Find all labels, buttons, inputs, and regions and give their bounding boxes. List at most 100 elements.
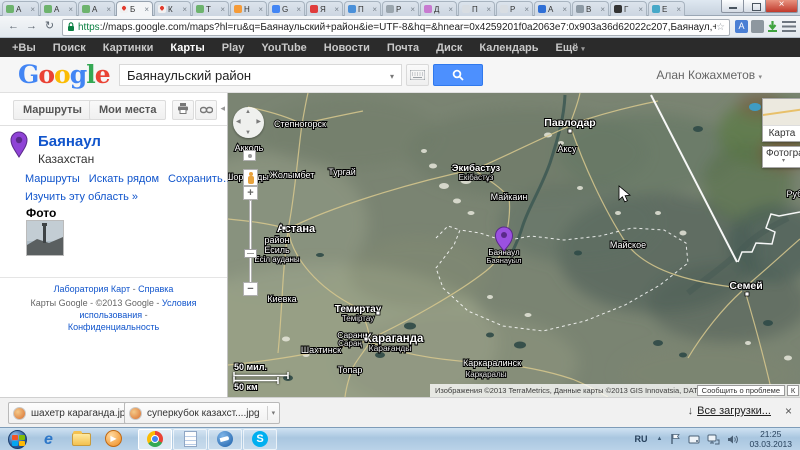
clock[interactable]: 21:25 03.03.2013 xyxy=(749,429,792,449)
map-layer-button[interactable]: Карта xyxy=(762,98,800,142)
search-input[interactable] xyxy=(119,64,402,86)
place-link-3[interactable]: Сохранить… xyxy=(168,173,234,185)
browser-tab-12[interactable]: Д× xyxy=(420,1,457,16)
menu-icon[interactable] xyxy=(782,21,796,32)
place-link-1[interactable]: Маршруты xyxy=(25,173,80,185)
tab-close-icon[interactable]: × xyxy=(182,5,187,14)
forward-button[interactable]: → xyxy=(23,18,40,35)
maximize-button[interactable] xyxy=(743,0,766,13)
browser-tab-16[interactable]: В× xyxy=(572,1,609,16)
browser-tab-4[interactable]: Б× xyxy=(116,1,153,16)
hdd-icon[interactable] xyxy=(688,434,700,445)
action-center-flag-icon[interactable] xyxy=(670,433,681,445)
pegman-control[interactable] xyxy=(243,169,258,186)
browser-tab-18[interactable]: Е× xyxy=(648,1,685,16)
browser-tab-15[interactable]: А× xyxy=(534,1,571,16)
report-problem-button[interactable]: Сообщить о проблеме xyxy=(697,385,785,396)
gnav-item-Картинки[interactable]: Картинки xyxy=(103,42,154,54)
browser-tab-9[interactable]: Я× xyxy=(306,1,343,16)
place-link-2[interactable]: Искать рядом xyxy=(89,173,159,185)
zoom-out-button[interactable]: − xyxy=(243,282,258,296)
help-link[interactable]: Справка xyxy=(138,284,173,294)
browser-tab-14[interactable]: Р× xyxy=(496,1,533,16)
tab-close-icon[interactable]: × xyxy=(334,5,339,14)
bookmark-star-icon[interactable]: ☆ xyxy=(716,22,725,33)
photo-thumbnail[interactable] xyxy=(26,220,64,256)
close-downloads-icon[interactable]: × xyxy=(785,404,792,418)
pan-up-icon[interactable]: ▲ xyxy=(245,109,251,115)
print-button[interactable] xyxy=(172,100,194,120)
zoom-in-button[interactable]: + xyxy=(243,186,258,200)
taskbar-chrome-button[interactable] xyxy=(138,429,172,450)
browser-tab-10[interactable]: П× xyxy=(344,1,381,16)
gnav-item-Новости[interactable]: Новости xyxy=(324,42,370,54)
collapse-panel-icon[interactable]: ◂ xyxy=(220,103,225,114)
map-viewport[interactable]: СтепногорскАккольШортандыЖолымбетТургайА… xyxy=(228,93,800,397)
zoom-slider-handle[interactable] xyxy=(244,249,257,258)
tab-close-icon[interactable]: × xyxy=(486,5,491,14)
start-button[interactable] xyxy=(8,430,27,449)
my-places-button[interactable]: Мои места xyxy=(89,100,166,120)
tab-close-icon[interactable]: × xyxy=(562,5,567,14)
pan-down-icon[interactable]: ▼ xyxy=(245,130,251,136)
internet-explorer-icon[interactable]: e xyxy=(39,430,58,449)
download-menu-icon[interactable]: ▾ xyxy=(272,409,276,417)
show-all-downloads-link[interactable]: Все загрузки... xyxy=(697,405,771,417)
volume-icon[interactable] xyxy=(727,434,738,445)
taskbar-skype-button[interactable]: S xyxy=(243,429,277,450)
browser-tab-5[interactable]: К× xyxy=(154,1,191,16)
photos-layer-button[interactable]: Фотографии▾ xyxy=(762,146,800,168)
browser-tab-17[interactable]: Г× xyxy=(610,1,647,16)
tab-close-icon[interactable]: × xyxy=(638,5,643,14)
tab-close-icon[interactable]: × xyxy=(144,5,149,14)
search-dropdown-icon[interactable]: ▾ xyxy=(390,72,394,81)
taskbar-thunderbird-button[interactable] xyxy=(208,429,242,450)
tray-expand-icon[interactable]: ▲ xyxy=(657,436,663,442)
explore-area-link[interactable]: Изучить эту область » xyxy=(25,191,138,203)
pan-left-icon[interactable]: ◀ xyxy=(236,118,241,125)
tab-close-icon[interactable]: × xyxy=(68,5,73,14)
zoom-slider-track[interactable] xyxy=(249,200,252,285)
browser-tab-7[interactable]: Н× xyxy=(230,1,267,16)
tab-close-icon[interactable]: × xyxy=(448,5,453,14)
gnav-item-Диск[interactable]: Диск xyxy=(436,42,462,54)
gnav-item-Поиск[interactable]: Поиск xyxy=(53,42,86,54)
taskbar-notepad-button[interactable] xyxy=(173,429,207,450)
pan-control[interactable]: ▲ ▼ ◀ ▶ xyxy=(233,107,264,138)
pan-right-icon[interactable]: ▶ xyxy=(256,118,261,125)
media-player-icon[interactable]: ▶ xyxy=(105,430,124,449)
gnav-item-Ещ[interactable]: Ещё▾ xyxy=(556,42,585,54)
tab-close-icon[interactable]: × xyxy=(220,5,225,14)
browser-tab-13[interactable]: П× xyxy=(458,1,495,16)
tab-close-icon[interactable]: × xyxy=(600,5,605,14)
tab-close-icon[interactable]: × xyxy=(524,5,529,14)
browser-tab-6[interactable]: Т× xyxy=(192,1,229,16)
gnav-item-Почта[interactable]: Почта xyxy=(387,42,419,54)
reload-button[interactable]: ↻ xyxy=(41,18,58,35)
tab-close-icon[interactable]: × xyxy=(676,5,681,14)
gnav-item-Вы[interactable]: +Вы xyxy=(12,42,36,54)
network-icon[interactable] xyxy=(707,434,720,445)
account-menu[interactable]: Алан Кожахметов ▾ xyxy=(656,68,762,82)
browser-tab-1[interactable]: А× xyxy=(2,1,39,16)
back-button[interactable]: ← xyxy=(5,18,22,35)
tab-close-icon[interactable]: × xyxy=(296,5,301,14)
tab-close-icon[interactable]: × xyxy=(372,5,377,14)
gnav-item-Карты[interactable]: Карты xyxy=(170,42,204,54)
browser-tab-2[interactable]: А× xyxy=(40,1,77,16)
address-bar[interactable]: https://maps.google.com/maps?hl=ru&q=Бая… xyxy=(62,19,730,36)
maps-lab-link[interactable]: Лаборатория Карт xyxy=(54,284,131,294)
language-indicator[interactable]: RU xyxy=(635,434,648,444)
explorer-folder-icon[interactable] xyxy=(72,430,91,449)
close-button[interactable]: × xyxy=(765,0,798,13)
place-title[interactable]: Баянаул xyxy=(38,133,101,150)
translate-extension-icon[interactable]: A xyxy=(735,20,748,33)
tab-close-icon[interactable]: × xyxy=(258,5,263,14)
tab-close-icon[interactable]: × xyxy=(410,5,415,14)
routes-button[interactable]: Маршруты xyxy=(13,100,92,120)
browser-tab-11[interactable]: Р× xyxy=(382,1,419,16)
gnav-item-Календарь[interactable]: Календарь xyxy=(479,42,538,54)
extension-icon[interactable] xyxy=(751,20,764,33)
link-button[interactable] xyxy=(195,100,217,120)
search-button[interactable] xyxy=(433,64,483,86)
